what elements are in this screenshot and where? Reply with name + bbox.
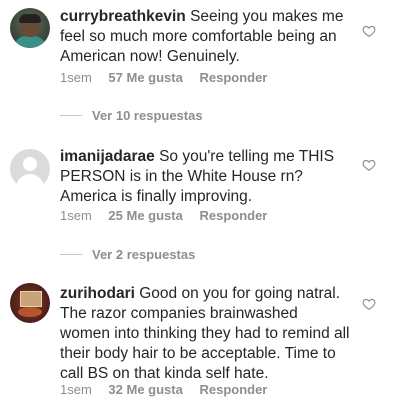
comment-time: 1sem [60,382,92,397]
comment-likes[interactable]: 25 Me gusta [108,208,182,223]
reply-button[interactable]: Responder [199,70,267,85]
reply-button[interactable]: Responder [199,382,267,397]
comment-meta: 1sem 25 Me gusta Responder [60,208,280,223]
comment-time: 1sem [60,208,92,223]
comment-text-block: zurihodari Good on you for going natral.… [60,284,350,384]
comment-username[interactable]: zurihodari [60,285,135,302]
avatar[interactable] [10,8,50,48]
view-replies-button[interactable]: Ver 10 respuestas [60,108,203,123]
comment-meta: 1sem 32 Me gusta Responder [60,382,280,397]
comment-username[interactable]: currybreathkevin [60,8,186,25]
view-replies-label: Ver 2 respuestas [92,247,196,262]
comment-time: 1sem [60,70,92,85]
heart-icon[interactable] [362,158,376,172]
heart-icon[interactable] [362,24,376,38]
view-replies-button[interactable]: Ver 2 respuestas [60,247,195,262]
comment-likes[interactable]: 57 Me gusta [108,70,182,85]
reply-button[interactable]: Responder [199,208,267,223]
comment-username[interactable]: imanijadarae [60,148,155,165]
replies-divider-line [60,254,82,255]
comment-likes[interactable]: 32 Me gusta [108,382,182,397]
avatar[interactable] [10,149,50,189]
view-replies-label: Ver 10 respuestas [92,108,203,123]
heart-icon[interactable] [362,297,376,311]
comment-meta: 1sem 57 Me gusta Responder [60,70,280,85]
comment-text-block: currybreathkevin Seeing you makes me fee… [60,7,350,67]
comment-text-block: imanijadarae So you're telling me THIS P… [60,147,350,207]
replies-divider-line [60,115,82,116]
avatar[interactable] [10,283,50,323]
